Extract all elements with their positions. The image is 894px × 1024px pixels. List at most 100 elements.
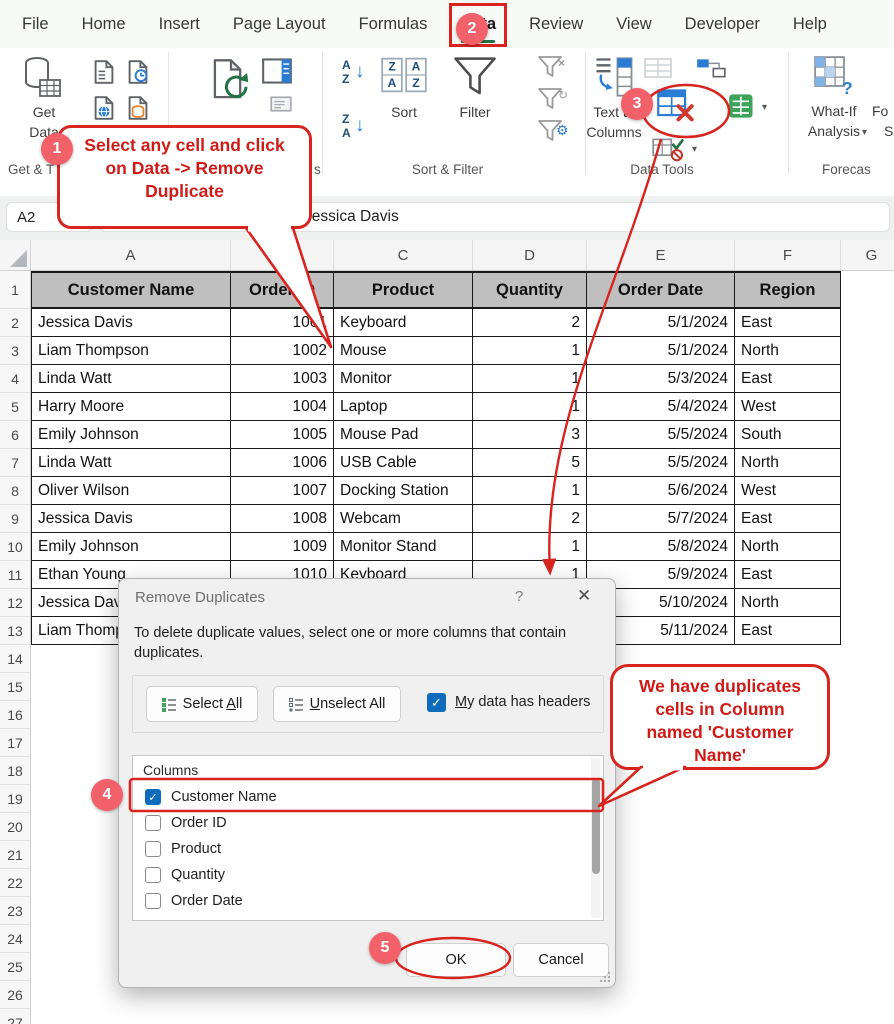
header-cell-A1[interactable]: Customer Name (31, 271, 231, 309)
cell-D9[interactable]: 2 (473, 505, 587, 533)
tab-help[interactable]: Help (793, 0, 827, 48)
row-header-14[interactable]: 14 (0, 645, 31, 673)
cell-F7[interactable]: North (735, 449, 841, 477)
filter-icon[interactable] (452, 56, 498, 98)
cell-B4[interactable]: 1003 (231, 365, 334, 393)
cell-A4[interactable]: Linda Watt (31, 365, 231, 393)
cell-C7[interactable]: USB Cable (334, 449, 473, 477)
flash-fill-icon[interactable] (644, 58, 672, 78)
cell-F9[interactable]: East (735, 505, 841, 533)
cell-E10[interactable]: 5/8/2024 (587, 533, 735, 561)
header-cell-D1[interactable]: Quantity (473, 271, 587, 309)
checkbox-order-date[interactable] (145, 893, 161, 909)
row-header-11[interactable]: 11 (0, 561, 31, 589)
cell-F6[interactable]: South (735, 421, 841, 449)
cell-F5[interactable]: West (735, 393, 841, 421)
cell-E7[interactable]: 5/5/2024 (587, 449, 735, 477)
cell-D3[interactable]: 1 (473, 337, 587, 365)
forecast-sheet-button[interactable]: Fo (872, 103, 888, 119)
header-cell-E1[interactable]: Order Date (587, 271, 735, 309)
listbox-scrollbar-thumb[interactable] (592, 778, 600, 874)
column-option-product[interactable]: Product (133, 836, 589, 862)
cell-F8[interactable]: West (735, 477, 841, 505)
cell-B8[interactable]: 1007 (231, 477, 334, 505)
tab-page-layout[interactable]: Page Layout (233, 0, 326, 48)
cell-A9[interactable]: Jessica Davis (31, 505, 231, 533)
get-data-icon[interactable] (24, 56, 62, 102)
cell-C6[interactable]: Mouse Pad (334, 421, 473, 449)
cell-E2[interactable]: 5/1/2024 (587, 309, 735, 337)
cell-B5[interactable]: 1004 (231, 393, 334, 421)
relationships-icon[interactable] (696, 58, 726, 78)
cell-C8[interactable]: Docking Station (334, 477, 473, 505)
what-if-label-line1[interactable]: What-If (798, 103, 870, 119)
column-option-order-date[interactable]: Order Date (133, 888, 589, 914)
checkbox-customer-name[interactable]: ✓ (145, 789, 161, 805)
cell-E8[interactable]: 5/6/2024 (587, 477, 735, 505)
unselect-all-button[interactable]: Unselect All (273, 686, 401, 722)
help-icon[interactable]: ? (515, 588, 523, 605)
ok-button[interactable]: OK (406, 943, 506, 977)
cell-F4[interactable]: East (735, 365, 841, 393)
cell-B10[interactable]: 1009 (231, 533, 334, 561)
cell-F10[interactable]: North (735, 533, 841, 561)
row-header-2[interactable]: 2 (0, 309, 31, 337)
row-header-15[interactable]: 15 (0, 673, 31, 701)
column-option-quantity[interactable]: Quantity (133, 862, 589, 888)
queries-connections-icon[interactable] (262, 58, 292, 84)
cell-D6[interactable]: 3 (473, 421, 587, 449)
cell-A10[interactable]: Emily Johnson (31, 533, 231, 561)
cell-D2[interactable]: 2 (473, 309, 587, 337)
cell-E9[interactable]: 5/7/2024 (587, 505, 735, 533)
cell-F3[interactable]: North (735, 337, 841, 365)
cell-F12[interactable]: North (735, 589, 841, 617)
headers-checkbox[interactable]: ✓ (427, 693, 446, 712)
sort-icon[interactable]: Z A A Z (380, 56, 428, 94)
tab-insert[interactable]: Insert (159, 0, 200, 48)
cell-A5[interactable]: Harry Moore (31, 393, 231, 421)
row-header-3[interactable]: 3 (0, 337, 31, 365)
get-data-label-line1[interactable]: Get (14, 104, 74, 120)
cell-D8[interactable]: 1 (473, 477, 587, 505)
cell-B2[interactable]: 1001 (231, 309, 334, 337)
cell-C2[interactable]: Keyboard (334, 309, 473, 337)
row-header-5[interactable]: 5 (0, 393, 31, 421)
consolidate-icon[interactable] (728, 92, 756, 120)
header-cell-F1[interactable]: Region (735, 271, 841, 309)
row-header-24[interactable]: 24 (0, 925, 31, 953)
row-header-16[interactable]: 16 (0, 701, 31, 729)
chevron-down-icon[interactable]: ▾ (762, 102, 767, 113)
cancel-button[interactable]: Cancel (513, 943, 609, 977)
cell-C4[interactable]: Monitor (334, 365, 473, 393)
tab-developer[interactable]: Developer (685, 0, 760, 48)
cell-C10[interactable]: Monitor Stand (334, 533, 473, 561)
cell-E4[interactable]: 5/3/2024 (587, 365, 735, 393)
row-header-17[interactable]: 17 (0, 729, 31, 757)
tab-view[interactable]: View (616, 0, 651, 48)
column-header-G[interactable]: G (841, 240, 894, 270)
cell-C9[interactable]: Webcam (334, 505, 473, 533)
row-header-19[interactable]: 19 (0, 785, 31, 813)
tab-file[interactable]: File (22, 0, 49, 48)
row-header-22[interactable]: 22 (0, 869, 31, 897)
row-header-27[interactable]: 27 (0, 1009, 31, 1024)
from-text-csv-icon[interactable] (94, 60, 114, 84)
sort-za-button[interactable]: Z A ↓ (342, 114, 370, 144)
column-header-F[interactable]: F (735, 240, 841, 270)
cell-E6[interactable]: 5/5/2024 (587, 421, 735, 449)
select-all-button[interactable]: Select All (146, 686, 258, 722)
cell-C5[interactable]: Laptop (334, 393, 473, 421)
row-header-20[interactable]: 20 (0, 813, 31, 841)
cell-E5[interactable]: 5/4/2024 (587, 393, 735, 421)
cell-D5[interactable]: 1 (473, 393, 587, 421)
checkbox-order-id[interactable] (145, 815, 161, 831)
listbox-scrollbar[interactable] (591, 758, 601, 918)
cell-A6[interactable]: Emily Johnson (31, 421, 231, 449)
row-header-21[interactable]: 21 (0, 841, 31, 869)
row-header-10[interactable]: 10 (0, 533, 31, 561)
sort-button[interactable]: Sort (370, 104, 438, 120)
cell-D10[interactable]: 1 (473, 533, 587, 561)
row-header-23[interactable]: 23 (0, 897, 31, 925)
row-header-12[interactable]: 12 (0, 589, 31, 617)
row-header-25[interactable]: 25 (0, 953, 31, 981)
